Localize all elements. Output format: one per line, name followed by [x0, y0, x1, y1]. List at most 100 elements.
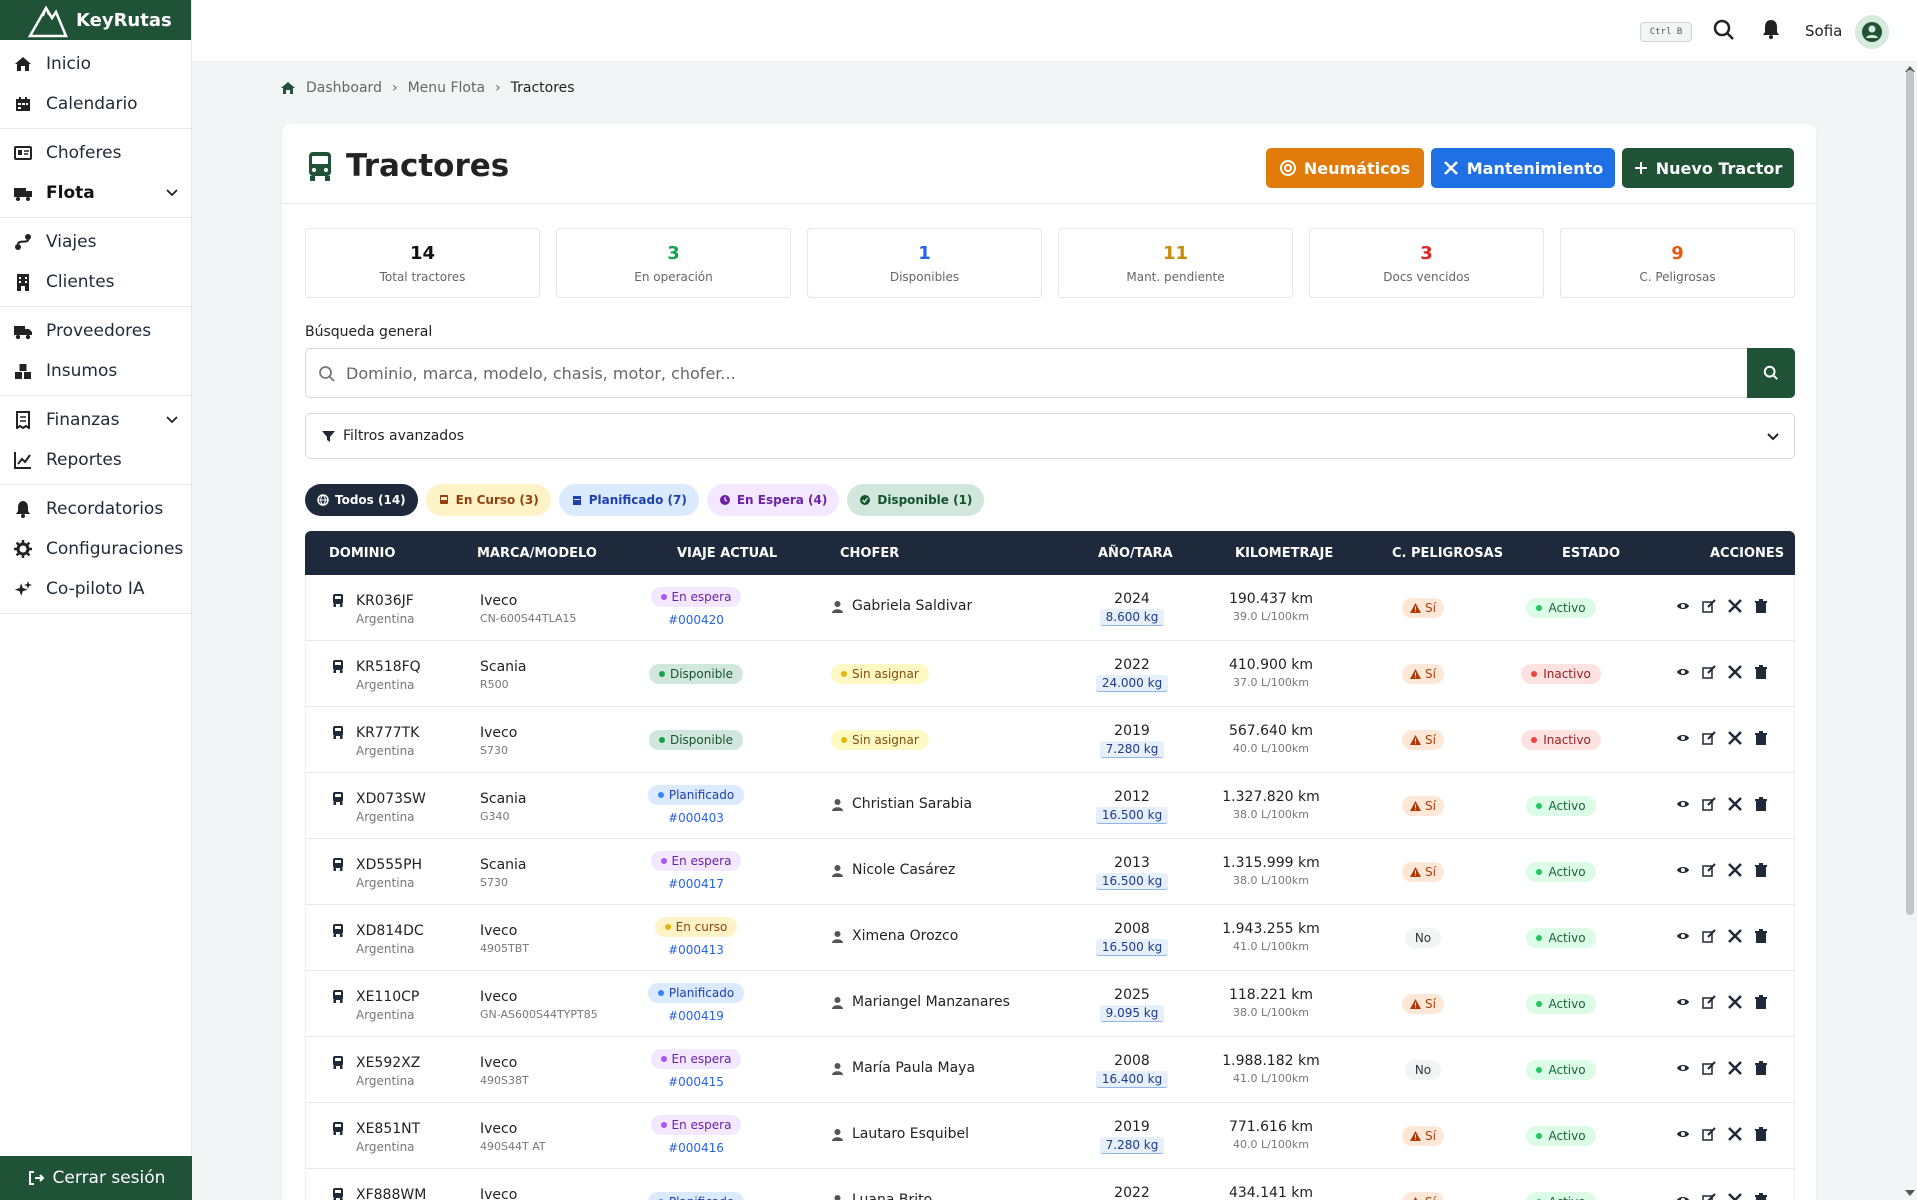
sidebar-item-inicio[interactable]: Inicio: [0, 44, 191, 84]
mantenimiento-button[interactable]: Mantenimiento: [1431, 148, 1615, 188]
tools-icon[interactable]: [1728, 599, 1742, 613]
trip-link[interactable]: #000417: [668, 877, 724, 891]
column-header[interactable]: AÑO/TARA: [1098, 546, 1173, 561]
sidebar-item-reportes[interactable]: Reportes: [0, 440, 191, 480]
edit-icon[interactable]: [1702, 929, 1716, 943]
breadcrumb-dashboard[interactable]: Dashboard: [306, 80, 382, 96]
trip-link[interactable]: #000420: [668, 613, 724, 627]
chofer-name[interactable]: Christian Sarabia: [852, 796, 972, 812]
edit-icon[interactable]: [1702, 599, 1716, 613]
filter-pill[interactable]: En Curso (3): [425, 484, 551, 516]
dominio[interactable]: XD555PH: [356, 857, 422, 873]
trash-icon[interactable]: [1754, 929, 1768, 943]
column-header[interactable]: VIAJE ACTUAL: [677, 546, 777, 561]
shortcut-hint[interactable]: Ctrl B: [1640, 22, 1692, 42]
breadcrumb-menu-flota[interactable]: Menu Flota: [408, 80, 485, 96]
table-row[interactable]: KR777TK Argentina Iveco S730 Disponible Si…: [305, 707, 1795, 773]
logout-button[interactable]: Cerrar sesión: [0, 1156, 192, 1200]
tools-icon[interactable]: [1728, 1193, 1742, 1200]
column-header[interactable]: ACCIONES: [1710, 546, 1784, 561]
table-row[interactable]: XD555PH Argentina Scania S730 En espera #00…: [305, 839, 1795, 905]
column-header[interactable]: KILOMETRAJE: [1235, 546, 1333, 561]
edit-icon[interactable]: [1702, 995, 1716, 1009]
avatar[interactable]: [1855, 15, 1889, 49]
table-row[interactable]: KR036JF Argentina Iveco CN-600S44TLA15 En …: [305, 575, 1795, 641]
search-input[interactable]: [346, 363, 1646, 383]
column-header[interactable]: CHOFER: [840, 546, 899, 561]
tools-icon[interactable]: [1728, 1061, 1742, 1075]
trash-icon[interactable]: [1754, 731, 1768, 745]
trash-icon[interactable]: [1754, 797, 1768, 811]
sidebar-item-proveedores[interactable]: Proveedores: [0, 311, 191, 351]
scrollbar-thumb[interactable]: [1906, 70, 1914, 915]
trip-link[interactable]: #000415: [668, 1075, 724, 1089]
eye-icon[interactable]: [1676, 1127, 1690, 1141]
dominio[interactable]: XE110CP: [356, 989, 419, 1005]
filter-pill[interactable]: Disponible (1): [847, 484, 985, 516]
tools-icon[interactable]: [1728, 863, 1742, 877]
scroll-down-arrow[interactable]: [1905, 1190, 1915, 1196]
chofer-name[interactable]: Nicole Casárez: [852, 862, 955, 878]
eye-icon[interactable]: [1676, 665, 1690, 679]
chofer-name[interactable]: Ximena Orozco: [852, 928, 958, 944]
column-header[interactable]: MARCA/MODELO: [477, 546, 597, 561]
chofer-name[interactable]: Luana Brito: [852, 1192, 932, 1200]
user-name[interactable]: Sofia: [1805, 22, 1842, 40]
sidebar-item-insumos[interactable]: Insumos: [0, 351, 191, 391]
table-row[interactable]: XE851NT Argentina Iveco 490S44T AT En espe…: [305, 1103, 1795, 1169]
trash-icon[interactable]: [1754, 1193, 1768, 1200]
eye-icon[interactable]: [1676, 599, 1690, 613]
edit-icon[interactable]: [1702, 863, 1716, 877]
sidebar-item-viajes[interactable]: Viajes: [0, 222, 191, 262]
table-row[interactable]: XD814DC Argentina Iveco 4905TBT En curso #0…: [305, 905, 1795, 971]
filter-pill[interactable]: Todos (14): [305, 484, 418, 516]
tools-icon[interactable]: [1728, 929, 1742, 943]
column-header[interactable]: ESTADO: [1562, 546, 1620, 561]
dominio[interactable]: KR777TK: [356, 725, 419, 741]
table-row[interactable]: XD073SW Argentina Scania G340 Planificado #…: [305, 773, 1795, 839]
eye-icon[interactable]: [1676, 731, 1690, 745]
eye-icon[interactable]: [1676, 1061, 1690, 1075]
advanced-filters-toggle[interactable]: Filtros avanzados: [305, 413, 1795, 459]
edit-icon[interactable]: [1702, 665, 1716, 679]
search-icon[interactable]: [1712, 18, 1736, 42]
sidebar-item-choferes[interactable]: Choferes: [0, 133, 191, 173]
eye-icon[interactable]: [1676, 1193, 1690, 1200]
table-row[interactable]: XE592XZ Argentina Iveco 490S38T En espera #…: [305, 1037, 1795, 1103]
tools-icon[interactable]: [1728, 797, 1742, 811]
column-header[interactable]: DOMINIO: [329, 546, 395, 561]
edit-icon[interactable]: [1702, 731, 1716, 745]
brand-logo[interactable]: KeyRutas: [0, 0, 191, 40]
trip-link[interactable]: #000403: [668, 811, 724, 825]
trip-link[interactable]: #000416: [668, 1141, 724, 1155]
table-row[interactable]: XF888WM Iveco Planificado Luana Brito 20…: [305, 1169, 1795, 1200]
edit-icon[interactable]: [1702, 1061, 1716, 1075]
sidebar-item-recordatorios[interactable]: Recordatorios: [0, 489, 191, 529]
tools-icon[interactable]: [1728, 665, 1742, 679]
trash-icon[interactable]: [1754, 863, 1768, 877]
trash-icon[interactable]: [1754, 599, 1768, 613]
sidebar-item-co-piloto-ia[interactable]: Co-piloto IA: [0, 569, 191, 609]
neumaticos-button[interactable]: Neumáticos: [1266, 148, 1424, 188]
sidebar-item-calendario[interactable]: Calendario: [0, 84, 191, 124]
dominio[interactable]: XF888WM: [356, 1187, 426, 1200]
trash-icon[interactable]: [1754, 1127, 1768, 1141]
edit-icon[interactable]: [1702, 1127, 1716, 1141]
sidebar-item-finanzas[interactable]: Finanzas: [0, 400, 191, 440]
dominio[interactable]: KR518FQ: [356, 659, 421, 675]
search-button[interactable]: [1747, 348, 1795, 398]
tools-icon[interactable]: [1728, 995, 1742, 1009]
sidebar-item-flota[interactable]: Flota: [0, 173, 191, 213]
table-row[interactable]: XE110CP Argentina Iveco GN-AS600S44TYPT85 …: [305, 971, 1795, 1037]
bell-icon[interactable]: [1760, 18, 1782, 40]
chofer-name[interactable]: Gabriela Saldivar: [852, 598, 972, 614]
filter-pill[interactable]: Planificado (7): [558, 484, 699, 516]
nuevo-tractor-button[interactable]: Nuevo Tractor: [1622, 148, 1794, 188]
eye-icon[interactable]: [1676, 797, 1690, 811]
eye-icon[interactable]: [1676, 863, 1690, 877]
sidebar-item-configuraciones[interactable]: Configuraciones: [0, 529, 191, 569]
eye-icon[interactable]: [1676, 995, 1690, 1009]
filter-pill[interactable]: En Espera (4): [706, 484, 840, 516]
table-row[interactable]: KR518FQ Argentina Scania R500 Disponible S…: [305, 641, 1795, 707]
tools-icon[interactable]: [1728, 1127, 1742, 1141]
